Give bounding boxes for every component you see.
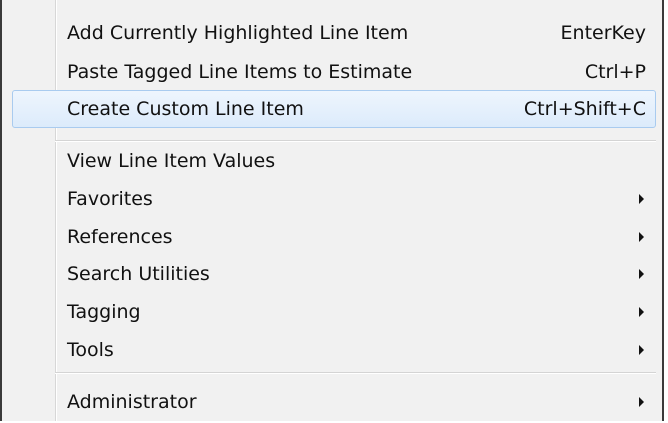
menu-item-label: Tools xyxy=(67,339,114,361)
menu-item-shortcut: Ctrl+Shift+C xyxy=(523,98,646,120)
submenu-arrow-icon xyxy=(639,397,644,407)
menu-item-label: References xyxy=(67,226,173,248)
submenu-arrow-icon xyxy=(639,345,644,355)
menu-item-label: Add Currently Highlighted Line Item xyxy=(67,22,409,44)
context-menu: Add Currently Highlighted Line Item Ente… xyxy=(0,0,664,421)
submenu-arrow-icon xyxy=(639,269,644,279)
menu-separator xyxy=(55,140,656,142)
menu-separator xyxy=(55,372,656,374)
menu-item-label: Search Utilities xyxy=(67,263,210,285)
menu-item-tools[interactable]: Tools xyxy=(12,332,656,368)
menu-item-tagging[interactable]: Tagging xyxy=(12,294,656,330)
menu-item-search-utilities[interactable]: Search Utilities xyxy=(12,256,656,292)
menu-item-view-line-item-values[interactable]: View Line Item Values xyxy=(12,143,656,179)
submenu-arrow-icon xyxy=(639,307,644,317)
menu-item-label: Paste Tagged Line Items to Estimate xyxy=(67,61,413,83)
menu-item-add-highlighted-line-item[interactable]: Add Currently Highlighted Line Item Ente… xyxy=(12,15,656,51)
menu-item-label: Favorites xyxy=(67,188,153,210)
menu-item-references[interactable]: References xyxy=(12,219,656,255)
menu-item-shortcut: Ctrl+P xyxy=(584,61,646,83)
menu-item-label: Administrator xyxy=(67,391,197,413)
submenu-arrow-icon xyxy=(639,194,644,204)
menu-item-favorites[interactable]: Favorites xyxy=(12,181,656,217)
submenu-arrow-icon xyxy=(639,232,644,242)
menu-item-paste-tagged-line-items[interactable]: Paste Tagged Line Items to Estimate Ctrl… xyxy=(12,54,656,90)
menu-item-label: Tagging xyxy=(67,301,141,323)
menu-item-label: View Line Item Values xyxy=(67,150,276,172)
menu-item-create-custom-line-item[interactable]: Create Custom Line Item Ctrl+Shift+C xyxy=(12,90,656,128)
menu-item-shortcut: EnterKey xyxy=(560,22,646,44)
menu-item-label: Create Custom Line Item xyxy=(67,98,304,120)
menu-item-administrator[interactable]: Administrator xyxy=(12,384,656,420)
